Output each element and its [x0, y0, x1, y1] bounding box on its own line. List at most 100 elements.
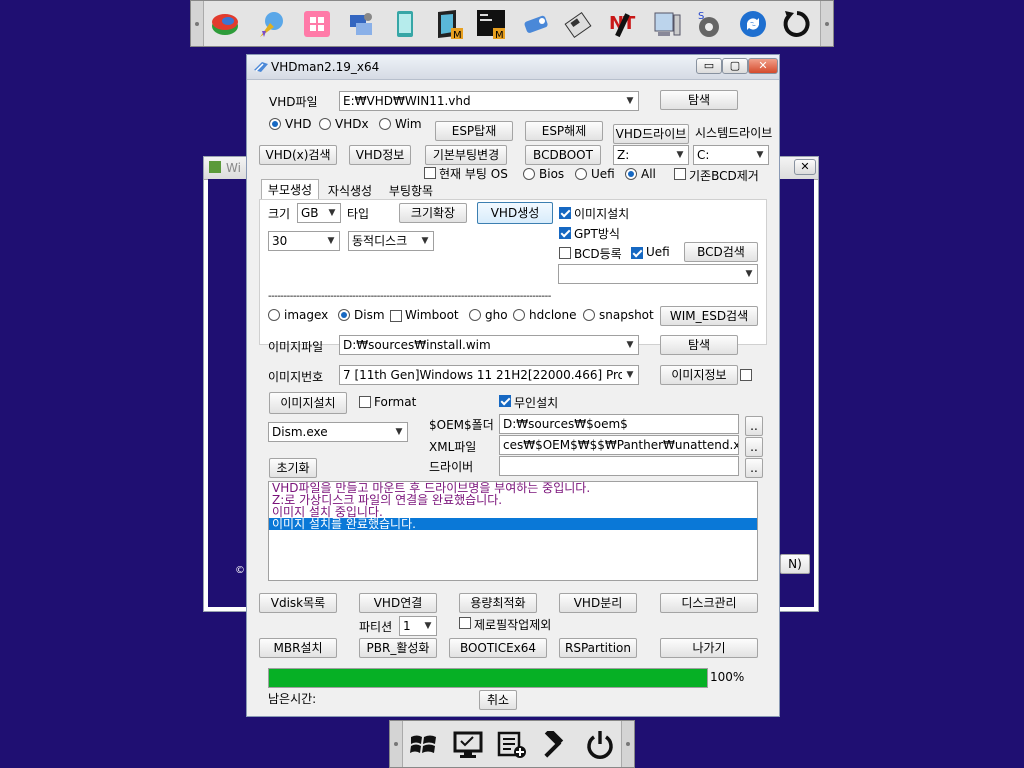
esp-mount-button[interactable]: ESP탑재	[435, 121, 513, 141]
log-box[interactable]: VHD파일을 만들고 마운트 후 드라이브명을 부여하는 중입니다. Z:로 가…	[268, 481, 758, 581]
tablet-icon[interactable]	[389, 8, 421, 40]
radio-vhdx[interactable]	[319, 118, 331, 130]
oem-browse-button[interactable]: ..	[745, 416, 763, 436]
vhd-connect-button[interactable]: VHD연결	[359, 593, 437, 613]
maximize-button[interactable]: ▢	[722, 58, 748, 74]
rspartition-button[interactable]: RSPartition	[559, 638, 637, 658]
launcher-grip-left[interactable]	[390, 721, 403, 767]
hammer-icon[interactable]	[540, 729, 572, 761]
tab-parent[interactable]: 부모생성	[261, 179, 319, 199]
vhdx-search-button[interactable]: VHD(x)검색	[259, 145, 337, 165]
background-window-close[interactable]: ✕	[794, 159, 816, 175]
xml-browse-button[interactable]: ..	[745, 437, 763, 457]
vhd-drive-combo[interactable]: Z: ▼	[613, 145, 689, 165]
tab-child[interactable]: 자식생성	[323, 181, 377, 201]
uefi-checkbox[interactable]	[631, 247, 643, 259]
vdisk-list-button[interactable]: Vdisk목록	[259, 593, 337, 613]
launcher-grip-left[interactable]	[191, 1, 204, 46]
tool-exe-combo[interactable]: Dism.exe ▼	[268, 422, 408, 442]
default-boot-button[interactable]: 기본부팅변경	[425, 145, 507, 165]
chevron-down-icon[interactable]: ▼	[417, 232, 433, 250]
image-info-checkbox[interactable]	[740, 369, 752, 381]
format-checkbox[interactable]	[359, 396, 371, 408]
unattended-checkbox[interactable]	[499, 395, 511, 407]
vhd-info-button[interactable]: VHD정보	[349, 145, 411, 165]
radio-gho[interactable]	[469, 309, 481, 321]
wizard-icon[interactable]	[255, 8, 287, 40]
image-browse-button[interactable]: 탐색	[660, 335, 738, 355]
close-button[interactable]: ✕	[748, 58, 778, 74]
install-image-checkbox[interactable]	[559, 207, 571, 219]
terminal-m-icon[interactable]: M	[475, 8, 507, 40]
pc-monitor-icon[interactable]	[452, 729, 484, 761]
chevron-down-icon[interactable]: ▼	[324, 204, 340, 222]
radio-hdclone[interactable]	[513, 309, 525, 321]
chevron-down-icon[interactable]: ▼	[622, 366, 638, 384]
disk-management-button[interactable]: 디스크관리	[660, 593, 758, 613]
exit-button[interactable]: 나가기	[660, 638, 758, 658]
partition-combo[interactable]: 1 ▼	[399, 616, 437, 636]
chevron-down-icon[interactable]: ▼	[672, 146, 688, 164]
chevron-down-icon[interactable]: ▼	[752, 146, 768, 164]
window-titlebar[interactable]: VHDman2.19_x64 ▭ ▢ ✕	[247, 55, 779, 80]
reset-button[interactable]: 초기화	[269, 458, 317, 478]
unit-combo[interactable]: GB ▼	[297, 203, 341, 223]
image-info-button[interactable]: 이미지정보	[660, 365, 738, 385]
radio-dism[interactable]	[338, 309, 350, 321]
size-combo[interactable]: 30 ▼	[268, 231, 340, 251]
launcher-grip-right[interactable]	[820, 1, 833, 46]
vhd-browse-button[interactable]: 탐색	[660, 90, 738, 110]
driver-browse-button[interactable]: ..	[745, 458, 763, 478]
radio-uefi[interactable]	[575, 168, 587, 180]
refresh-blue-icon[interactable]	[737, 8, 769, 40]
xml-file-field[interactable]: ces₩$OEM$₩$$₩Panther₩unattend.xml	[499, 435, 739, 455]
minimize-button[interactable]: ▭	[696, 58, 722, 74]
gpt-checkbox[interactable]	[559, 227, 571, 239]
bcd-combo[interactable]: ▼	[558, 264, 758, 284]
radio-bios[interactable]	[523, 168, 535, 180]
task-list-icon[interactable]	[496, 729, 528, 761]
windows-tiles-icon[interactable]	[301, 8, 333, 40]
remove-bcd-checkbox[interactable]	[674, 168, 686, 180]
bcd-register-checkbox[interactable]	[559, 247, 571, 259]
vhd-file-combo[interactable]: E:₩VHD₩WIN11.vhd ▼	[339, 91, 639, 111]
image-file-combo[interactable]: D:₩sources₩install.wim ▼	[339, 335, 639, 355]
driver-field[interactable]	[499, 456, 739, 476]
radio-wim[interactable]	[379, 118, 391, 130]
radio-imagex[interactable]	[268, 309, 280, 321]
launcher-grip-right[interactable]	[621, 721, 634, 767]
radio-vhd[interactable]	[269, 118, 281, 130]
background-window-button[interactable]: N)	[780, 554, 810, 574]
windows-start-icon[interactable]	[408, 729, 440, 761]
radio-snapshot[interactable]	[583, 309, 595, 321]
wim-esd-search-button[interactable]: WIM_ESD검색	[660, 306, 758, 326]
bootice-button[interactable]: BOOTICEx64	[449, 638, 547, 658]
partition-tool-icon[interactable]	[209, 8, 241, 40]
pbr-activate-button[interactable]: PBR_활성화	[359, 638, 437, 658]
vhd-drive-button[interactable]: VHD드라이브	[613, 124, 689, 144]
monitor-m-icon[interactable]: M	[433, 8, 465, 40]
network-settings-icon[interactable]	[345, 8, 377, 40]
chevron-down-icon[interactable]: ▼	[622, 92, 638, 110]
oem-folder-field[interactable]: D:₩sources₩$oem$	[499, 414, 739, 434]
expand-size-button[interactable]: 크기확장	[399, 203, 467, 223]
system-drive-combo[interactable]: C: ▼	[693, 145, 769, 165]
optimize-button[interactable]: 용량최적화	[459, 593, 537, 613]
bcd-search-button[interactable]: BCD검색	[684, 242, 758, 262]
network-card-icon[interactable]	[521, 8, 553, 40]
radio-all[interactable]	[625, 168, 637, 180]
floppy-disk-icon[interactable]	[563, 8, 595, 40]
chevron-down-icon[interactable]: ▼	[622, 336, 638, 354]
current-boot-os-checkbox[interactable]	[424, 167, 436, 179]
chevron-down-icon[interactable]: ▼	[391, 423, 407, 441]
cancel-button[interactable]: 취소	[479, 690, 517, 710]
restart-icon[interactable]	[781, 8, 813, 40]
ntpwedit-icon[interactable]: NT	[607, 8, 639, 40]
mbr-install-button[interactable]: MBR설치	[259, 638, 337, 658]
bcdboot-button[interactable]: BCDBOOT	[525, 145, 601, 165]
exclude-zero-checkbox[interactable]	[459, 617, 471, 629]
chevron-down-icon[interactable]: ▼	[323, 232, 339, 250]
vhd-detach-button[interactable]: VHD분리	[559, 593, 637, 613]
install-image-button[interactable]: 이미지설치	[269, 392, 347, 414]
esp-unmount-button[interactable]: ESP해제	[525, 121, 603, 141]
